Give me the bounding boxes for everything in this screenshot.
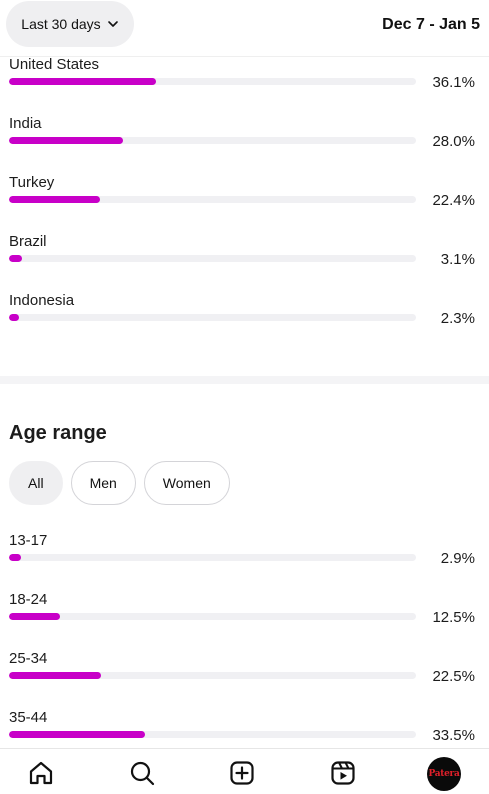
progress-track <box>9 613 416 620</box>
progress-fill <box>9 314 19 321</box>
country-percent: 28.0% <box>432 133 475 150</box>
progress-track <box>9 554 416 561</box>
nav-search[interactable] <box>128 759 156 787</box>
age-percent: 12.5% <box>432 609 475 626</box>
progress-fill <box>9 613 60 620</box>
country-percent: 22.4% <box>432 192 475 209</box>
age-label: 18-24 <box>9 591 48 608</box>
filter-men-chip[interactable]: Men <box>70 461 136 505</box>
age-row: 25-34 22.5% <box>0 650 489 709</box>
section-divider <box>0 376 489 384</box>
search-icon <box>130 761 155 786</box>
country-row: United States 36.1% <box>0 56 489 115</box>
age-label: 25-34 <box>9 650 48 667</box>
age-percent: 2.9% <box>440 550 475 567</box>
country-label: Indonesia <box>9 292 75 309</box>
progress-fill <box>9 78 156 85</box>
home-icon <box>29 761 53 785</box>
filter-all-chip[interactable]: All <box>9 461 63 505</box>
country-row: Indonesia 2.3% <box>0 292 489 351</box>
country-label: Brazil <box>9 233 47 250</box>
progress-fill <box>9 672 101 679</box>
progress-track <box>9 731 416 738</box>
progress-track <box>9 78 416 85</box>
progress-track <box>9 255 416 262</box>
progress-track <box>9 137 416 144</box>
gender-filter-group: All Men Women <box>9 461 230 505</box>
country-percent: 2.3% <box>440 310 475 327</box>
age-percent: 22.5% <box>432 668 475 685</box>
country-label: Turkey <box>9 174 55 191</box>
progress-fill <box>9 196 101 203</box>
progress-fill <box>9 554 21 561</box>
date-range-dropdown-label: Last 30 days <box>21 16 101 32</box>
progress-track <box>9 196 416 203</box>
filter-women-chip[interactable]: Women <box>143 461 230 505</box>
country-row: Brazil 3.1% <box>0 233 489 292</box>
age-row: 13-17 2.9% <box>0 532 489 591</box>
profile-avatar[interactable]: Patera <box>427 757 461 791</box>
country-percent: 36.1% <box>432 74 475 91</box>
progress-fill <box>9 137 123 144</box>
progress-fill <box>9 255 22 262</box>
nav-create[interactable] <box>228 759 256 787</box>
country-percent: 3.1% <box>440 251 475 268</box>
country-label: India <box>9 115 42 132</box>
chevron-down-icon <box>107 21 118 27</box>
country-row: Turkey 22.4% <box>0 174 489 233</box>
age-percent: 33.5% <box>432 727 475 744</box>
top-bar: Last 30 days Dec 7 - Jan 5 <box>0 0 489 52</box>
age-label: 35-44 <box>9 709 48 726</box>
avatar-logo-text: Patera <box>428 769 460 779</box>
nav-home[interactable] <box>27 759 55 787</box>
country-label: United States <box>9 56 100 73</box>
date-range-text: Dec 7 - Jan 5 <box>382 16 480 33</box>
reels-icon <box>331 761 355 785</box>
create-icon <box>230 761 254 785</box>
date-range-dropdown[interactable]: Last 30 days <box>6 1 134 47</box>
progress-track <box>9 314 416 321</box>
age-range-title: Age range <box>9 422 107 444</box>
nav-reels[interactable] <box>329 759 357 787</box>
bottom-navigation: Patera <box>0 748 489 794</box>
age-label: 13-17 <box>9 532 48 549</box>
progress-fill <box>9 731 146 738</box>
age-row: 18-24 12.5% <box>0 591 489 650</box>
country-row: India 28.0% <box>0 115 489 174</box>
progress-track <box>9 672 416 679</box>
